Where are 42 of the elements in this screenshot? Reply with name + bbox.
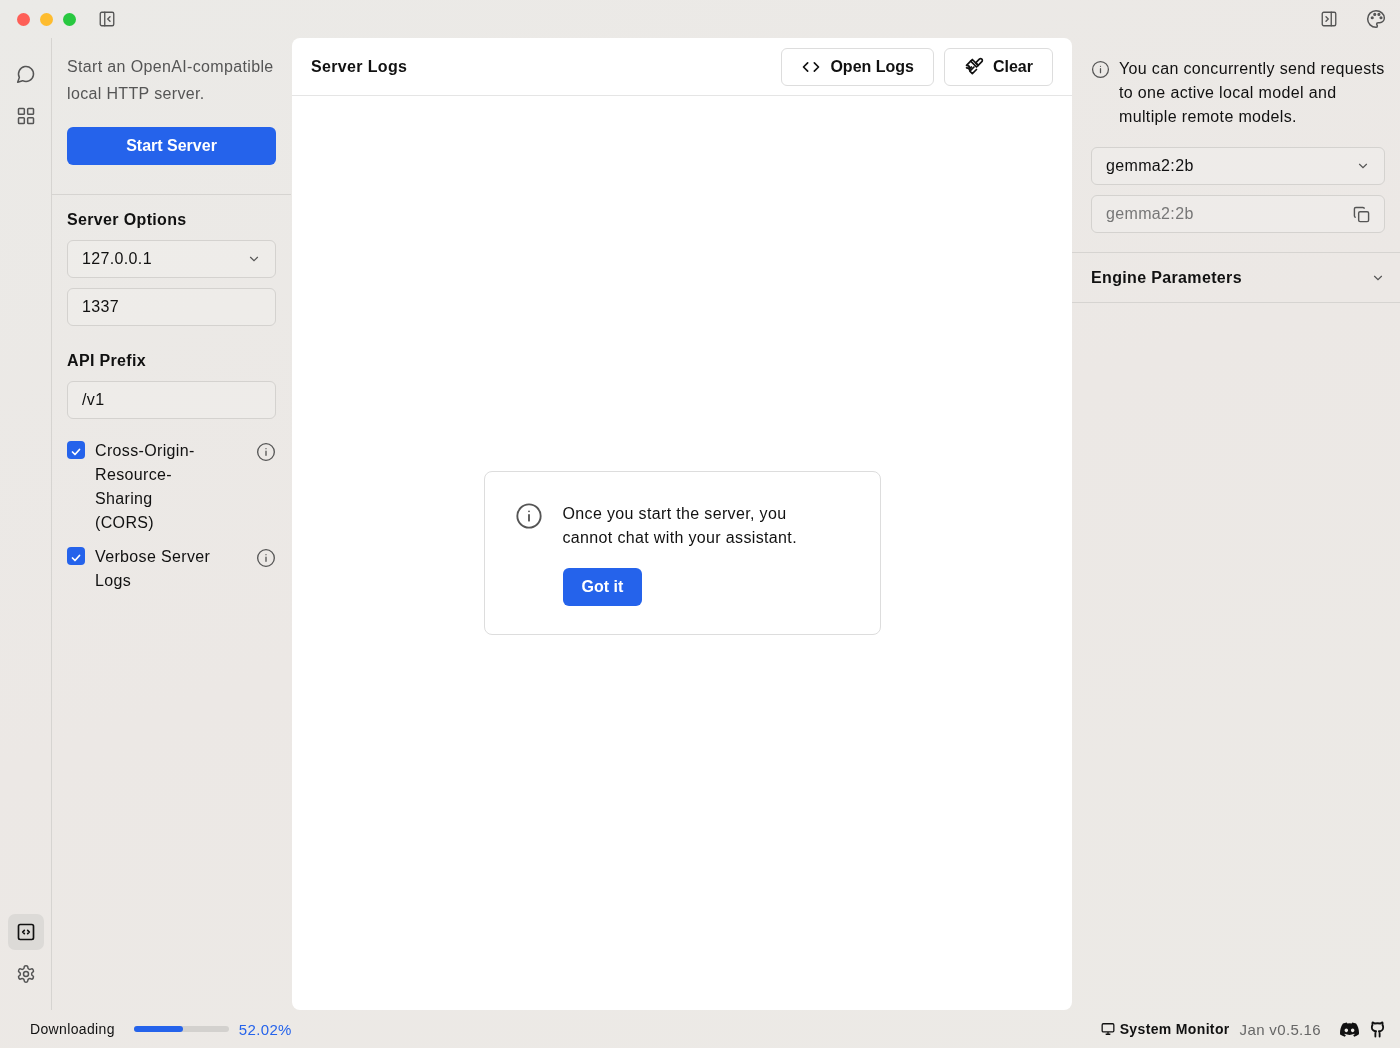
engine-parameters-toggle[interactable]: Engine Parameters — [1072, 253, 1400, 303]
start-server-button[interactable]: Start Server — [67, 127, 276, 165]
checkbox[interactable] — [67, 441, 85, 459]
info-icon — [256, 442, 276, 462]
version-label: Jan v0.5.16 — [1239, 1020, 1321, 1038]
info-text: You can concurrently send requests to one active local model and multiple remote models. — [1119, 59, 1385, 127]
settings-icon[interactable] — [15, 964, 36, 984]
checkbox-label: Verbose Server Logs — [95, 547, 212, 591]
info-icon — [1091, 60, 1110, 79]
clear-button[interactable]: Clear — [943, 47, 1053, 86]
grid-icon[interactable] — [15, 106, 36, 126]
model-dropdown[interactable]: gemma2:2b — [1091, 147, 1385, 185]
section-heading: API Prefix — [67, 352, 148, 370]
download-label: Downloading — [30, 1021, 115, 1037]
info-icon — [514, 502, 543, 530]
info-icon — [256, 548, 276, 568]
chat-bubble-icon[interactable] — [15, 64, 36, 84]
got-it-button[interactable]: Got it — [562, 568, 643, 606]
nav-item[interactable] — [7, 914, 44, 950]
model-id-field[interactable]: gemma2:2b — [1091, 195, 1385, 233]
right-panel-toggle-icon[interactable] — [1320, 10, 1338, 28]
monitor-icon — [1100, 1022, 1115, 1036]
brush-icon — [963, 56, 984, 77]
palette-icon[interactable] — [1366, 9, 1386, 29]
close-window-button[interactable] — [17, 12, 30, 26]
section-heading: Server Options — [67, 211, 188, 229]
system-monitor-button[interactable]: System Monitor — [1100, 1021, 1230, 1037]
github-icon[interactable] — [1369, 1020, 1386, 1038]
panel-title: Server Logs — [311, 57, 409, 76]
sidebar-toggle-icon[interactable] — [98, 10, 116, 28]
code-window-icon[interactable] — [15, 922, 36, 942]
api-prefix-field[interactable]: /v1 — [67, 381, 276, 419]
open-logs-button[interactable]: Open Logs — [781, 47, 934, 86]
host-dropdown[interactable]: 127.0.0.1 — [67, 240, 276, 278]
checkbox[interactable] — [67, 547, 85, 565]
copy-icon[interactable] — [1353, 205, 1370, 223]
checkbox-label: Cross-Origin-Resource-Sharing (CORS) — [95, 441, 196, 533]
notice-text: Once you start the server, you cannot chat with your assistant. — [562, 504, 798, 548]
download-percent: 52.02% — [238, 1020, 292, 1038]
port-field[interactable]: 1337 — [67, 288, 276, 326]
discord-icon[interactable] — [1340, 1021, 1359, 1037]
server-description: Start an OpenAI-compatible local HTTP server. — [67, 57, 275, 104]
